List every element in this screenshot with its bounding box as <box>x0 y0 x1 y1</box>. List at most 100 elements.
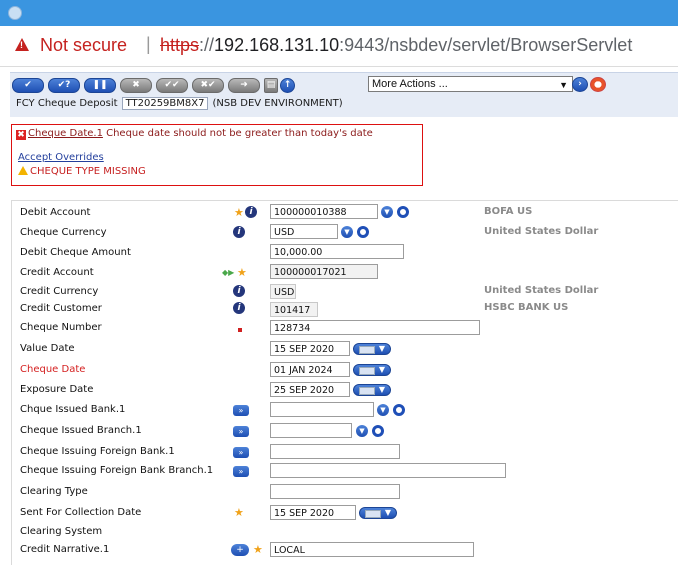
override-warning: CHEQUE TYPE MISSING <box>18 166 146 177</box>
expand-button[interactable]: » <box>233 405 249 416</box>
address-bar[interactable]: Not secure | https://192.168.131.10:9443… <box>0 26 678 67</box>
hold-button[interactable]: ❚❚ <box>84 78 116 93</box>
exposure-date-input[interactable]: 25 SEP 2020 <box>270 382 350 397</box>
cheque-issuing-foreign-bank-input[interactable] <box>270 444 400 459</box>
calendar-button[interactable]: ▼ <box>353 364 391 376</box>
cheque-issued-bank-input[interactable] <box>270 402 374 417</box>
expand-arrow-icon[interactable]: ◆▶ <box>222 268 234 277</box>
required-marker-icon <box>238 328 242 332</box>
next-button[interactable]: ➜ <box>228 78 260 93</box>
lifebuoy-icon[interactable] <box>590 77 606 92</box>
url-text[interactable]: https://192.168.131.10:9443/nsbdev/servl… <box>160 35 632 56</box>
calendar-button[interactable]: ▼ <box>353 384 391 396</box>
credit-currency-enrichment: United States Dollar <box>484 285 599 296</box>
error-field-link[interactable]: Cheque Date.1 <box>28 128 103 139</box>
override-warning-text: CHEQUE TYPE MISSING <box>30 166 146 177</box>
expand-button[interactable]: » <box>233 447 249 458</box>
info-icon[interactable]: i <box>233 302 245 314</box>
credit-account-label: Credit Account <box>20 267 94 278</box>
dropdown-chevron-icon[interactable]: ▼ <box>356 425 368 437</box>
chevron-down-icon: ▼ <box>378 365 385 374</box>
chevron-down-icon: ▼ <box>384 508 391 517</box>
search-icon[interactable] <box>397 206 409 218</box>
calendar-icon <box>365 510 381 518</box>
expand-button[interactable]: » <box>233 466 249 477</box>
sent-for-collection-date-label: Sent For Collection Date <box>20 507 142 518</box>
delete-button[interactable]: ✖ <box>120 78 152 93</box>
chevron-down-icon: ▼ <box>378 344 385 353</box>
reverse-button[interactable]: ✖✔ <box>192 78 224 93</box>
cheque-date-input[interactable]: 01 JAN 2024 <box>270 362 350 377</box>
print-icon[interactable]: ▤ <box>264 78 278 93</box>
address-separator: | <box>146 34 151 54</box>
more-actions-value: More Actions ... <box>372 78 448 90</box>
search-icon[interactable] <box>357 226 369 238</box>
cheque-currency-input[interactable]: USD <box>270 224 338 239</box>
help-icon[interactable]: ↑ <box>280 78 295 93</box>
search-icon[interactable] <box>393 404 405 416</box>
mandatory-star-icon: ★ <box>237 266 247 279</box>
dropdown-chevron-icon[interactable]: ▼ <box>381 206 393 218</box>
cheque-currency-label: Cheque Currency <box>20 227 107 238</box>
environment-label: (NSB DEV ENVIRONMENT) <box>212 98 343 109</box>
value-date-input[interactable]: 15 SEP 2020 <box>270 341 350 356</box>
value-date-label: Value Date <box>20 343 75 354</box>
calendar-button[interactable]: ▼ <box>353 343 391 355</box>
cheque-issuing-foreign-branch-input[interactable] <box>270 463 506 478</box>
debit-account-enrichment: BOFA US <box>484 206 533 217</box>
deal-title: FCY Cheque Deposit <box>16 98 118 109</box>
authorise-button[interactable]: ✔✔ <box>156 78 188 93</box>
url-path: :9443/nsbdev/servlet/BrowserServlet <box>339 35 633 55</box>
transaction-toolbar: ✔ ✔? ❚❚ ✖ ✔✔ ✖✔ ➜ ▤ ↑ More Actions ... ▼… <box>10 72 678 117</box>
security-label[interactable]: Not secure <box>40 35 127 56</box>
clearing-type-input[interactable] <box>270 484 400 499</box>
browser-titlebar <box>0 0 678 26</box>
debit-account-input[interactable]: 100000010388 <box>270 204 378 219</box>
info-icon[interactable]: i <box>245 206 257 218</box>
info-icon[interactable]: i <box>233 285 245 297</box>
calendar-icon <box>359 367 375 375</box>
dropdown-chevron-icon[interactable]: ▼ <box>341 226 353 238</box>
cheque-deposit-form: Debit Account ★ i 100000010388 ▼ BOFA US… <box>11 200 678 565</box>
error-line: ✖ Cheque Date.1 Cheque date should not be… <box>16 128 373 140</box>
calendar-button[interactable]: ▼ <box>359 507 397 519</box>
more-actions-select[interactable]: More Actions ... ▼ <box>368 76 573 92</box>
cheque-issued-branch-label: Cheque Issued Branch.1 <box>20 425 142 436</box>
clearing-type-label: Clearing Type <box>20 486 88 497</box>
cheque-issued-bank-label: Chque Issued Bank.1 <box>20 404 126 415</box>
cheque-number-input[interactable]: 128734 <box>270 320 480 335</box>
expand-button[interactable]: » <box>233 426 249 437</box>
credit-account-input[interactable]: 100000017021 <box>270 264 378 279</box>
go-button[interactable]: › <box>572 77 588 92</box>
add-multivalue-button[interactable]: + <box>231 544 249 556</box>
chevron-down-icon: ▼ <box>559 80 568 90</box>
cheque-date-label: Cheque Date <box>20 364 86 375</box>
exposure-date-label: Exposure Date <box>20 384 94 395</box>
debit-cheque-amount-input[interactable]: 10,000.00 <box>270 244 404 259</box>
url-scheme: https <box>160 35 200 55</box>
cheque-issuing-foreign-bank-label: Cheque Issuing Foreign Bank.1 <box>20 446 175 457</box>
validate-button[interactable]: ✔? <box>48 78 80 93</box>
dropdown-chevron-icon[interactable]: ▼ <box>377 404 389 416</box>
debit-account-label: Debit Account <box>20 207 91 218</box>
credit-narrative-input[interactable]: LOCAL <box>270 542 474 557</box>
credit-customer-enrichment: HSBC BANK US <box>484 302 569 313</box>
mandatory-star-icon: ★ <box>234 506 244 519</box>
search-icon[interactable] <box>372 425 384 437</box>
mandatory-star-icon: ★ <box>253 543 263 556</box>
debit-cheque-amount-label: Debit Cheque Amount <box>20 247 131 258</box>
cheque-issued-branch-input[interactable] <box>270 423 352 438</box>
url-host: 192.168.131.10 <box>214 35 340 55</box>
sent-for-collection-date-input[interactable]: 15 SEP 2020 <box>270 505 356 520</box>
accept-overrides-link[interactable]: Accept Overrides <box>18 152 104 163</box>
info-icon[interactable]: i <box>233 226 245 238</box>
calendar-icon <box>359 346 375 354</box>
cheque-number-label: Cheque Number <box>20 322 102 333</box>
warning-triangle-icon[interactable] <box>15 38 29 51</box>
credit-currency-label: Credit Currency <box>20 286 99 297</box>
cheque-issuing-foreign-branch-label: Cheque Issuing Foreign Bank Branch.1 <box>20 465 214 476</box>
credit-customer-value: 101417 <box>270 302 318 317</box>
clearing-system-label: Clearing System <box>20 526 103 537</box>
commit-button[interactable]: ✔ <box>12 78 44 93</box>
deal-header: FCY Cheque Deposit TT20259BM8X7 (NSB DEV E… <box>16 97 343 110</box>
